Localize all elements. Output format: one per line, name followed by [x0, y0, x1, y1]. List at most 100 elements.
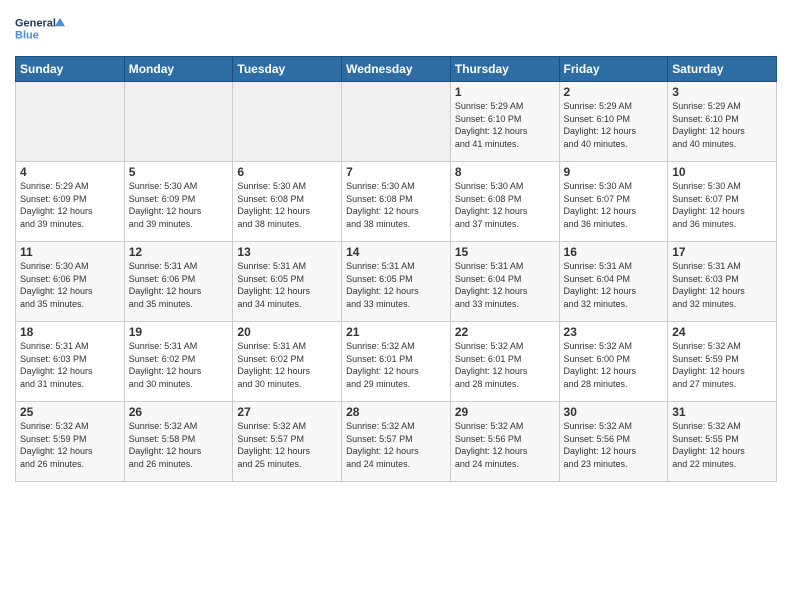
day-info: Sunrise: 5:32 AMSunset: 5:56 PMDaylight:… — [564, 420, 664, 470]
day-number: 24 — [672, 325, 772, 339]
day-number: 2 — [564, 85, 664, 99]
calendar-cell: 22Sunrise: 5:32 AMSunset: 6:01 PMDayligh… — [450, 322, 559, 402]
svg-text:Blue: Blue — [15, 29, 39, 41]
calendar-cell: 18Sunrise: 5:31 AMSunset: 6:03 PMDayligh… — [16, 322, 125, 402]
calendar-header: SundayMondayTuesdayWednesdayThursdayFrid… — [16, 57, 777, 82]
day-number: 17 — [672, 245, 772, 259]
day-number: 18 — [20, 325, 120, 339]
calendar-cell: 15Sunrise: 5:31 AMSunset: 6:04 PMDayligh… — [450, 242, 559, 322]
day-info: Sunrise: 5:29 AMSunset: 6:09 PMDaylight:… — [20, 180, 120, 230]
calendar-cell: 20Sunrise: 5:31 AMSunset: 6:02 PMDayligh… — [233, 322, 342, 402]
day-number: 7 — [346, 165, 446, 179]
day-number: 12 — [129, 245, 229, 259]
calendar-cell: 21Sunrise: 5:32 AMSunset: 6:01 PMDayligh… — [342, 322, 451, 402]
calendar-cell: 6Sunrise: 5:30 AMSunset: 6:08 PMDaylight… — [233, 162, 342, 242]
header-thursday: Thursday — [450, 57, 559, 82]
day-number: 23 — [564, 325, 664, 339]
calendar-cell — [342, 82, 451, 162]
calendar-cell — [124, 82, 233, 162]
calendar-cell: 23Sunrise: 5:32 AMSunset: 6:00 PMDayligh… — [559, 322, 668, 402]
calendar-cell: 24Sunrise: 5:32 AMSunset: 5:59 PMDayligh… — [668, 322, 777, 402]
calendar-cell: 9Sunrise: 5:30 AMSunset: 6:07 PMDaylight… — [559, 162, 668, 242]
logo: General Blue — [15, 10, 65, 48]
day-info: Sunrise: 5:32 AMSunset: 6:00 PMDaylight:… — [564, 340, 664, 390]
day-info: Sunrise: 5:31 AMSunset: 6:02 PMDaylight:… — [237, 340, 337, 390]
days-header-row: SundayMondayTuesdayWednesdayThursdayFrid… — [16, 57, 777, 82]
calendar-cell: 4Sunrise: 5:29 AMSunset: 6:09 PMDaylight… — [16, 162, 125, 242]
week-row-1: 1Sunrise: 5:29 AMSunset: 6:10 PMDaylight… — [16, 82, 777, 162]
calendar-cell: 14Sunrise: 5:31 AMSunset: 6:05 PMDayligh… — [342, 242, 451, 322]
header-wednesday: Wednesday — [342, 57, 451, 82]
week-row-5: 25Sunrise: 5:32 AMSunset: 5:59 PMDayligh… — [16, 402, 777, 482]
day-number: 10 — [672, 165, 772, 179]
day-info: Sunrise: 5:30 AMSunset: 6:08 PMDaylight:… — [455, 180, 555, 230]
calendar: SundayMondayTuesdayWednesdayThursdayFrid… — [15, 56, 777, 482]
day-info: Sunrise: 5:32 AMSunset: 5:55 PMDaylight:… — [672, 420, 772, 470]
day-info: Sunrise: 5:32 AMSunset: 5:57 PMDaylight:… — [346, 420, 446, 470]
day-number: 6 — [237, 165, 337, 179]
day-number: 27 — [237, 405, 337, 419]
week-row-2: 4Sunrise: 5:29 AMSunset: 6:09 PMDaylight… — [16, 162, 777, 242]
logo-svg: General Blue — [15, 10, 65, 48]
day-number: 22 — [455, 325, 555, 339]
day-number: 14 — [346, 245, 446, 259]
calendar-cell: 3Sunrise: 5:29 AMSunset: 6:10 PMDaylight… — [668, 82, 777, 162]
calendar-cell: 31Sunrise: 5:32 AMSunset: 5:55 PMDayligh… — [668, 402, 777, 482]
calendar-cell: 8Sunrise: 5:30 AMSunset: 6:08 PMDaylight… — [450, 162, 559, 242]
day-number: 30 — [564, 405, 664, 419]
day-number: 5 — [129, 165, 229, 179]
calendar-cell: 26Sunrise: 5:32 AMSunset: 5:58 PMDayligh… — [124, 402, 233, 482]
day-number: 20 — [237, 325, 337, 339]
calendar-cell: 10Sunrise: 5:30 AMSunset: 6:07 PMDayligh… — [668, 162, 777, 242]
day-info: Sunrise: 5:30 AMSunset: 6:06 PMDaylight:… — [20, 260, 120, 310]
day-info: Sunrise: 5:32 AMSunset: 5:56 PMDaylight:… — [455, 420, 555, 470]
day-info: Sunrise: 5:29 AMSunset: 6:10 PMDaylight:… — [455, 100, 555, 150]
calendar-cell: 30Sunrise: 5:32 AMSunset: 5:56 PMDayligh… — [559, 402, 668, 482]
calendar-cell: 27Sunrise: 5:32 AMSunset: 5:57 PMDayligh… — [233, 402, 342, 482]
day-number: 15 — [455, 245, 555, 259]
day-number: 9 — [564, 165, 664, 179]
day-info: Sunrise: 5:31 AMSunset: 6:06 PMDaylight:… — [129, 260, 229, 310]
day-number: 25 — [20, 405, 120, 419]
day-number: 8 — [455, 165, 555, 179]
day-number: 21 — [346, 325, 446, 339]
day-number: 4 — [20, 165, 120, 179]
day-number: 11 — [20, 245, 120, 259]
day-info: Sunrise: 5:31 AMSunset: 6:04 PMDaylight:… — [455, 260, 555, 310]
day-number: 31 — [672, 405, 772, 419]
day-info: Sunrise: 5:30 AMSunset: 6:08 PMDaylight:… — [237, 180, 337, 230]
day-number: 28 — [346, 405, 446, 419]
day-number: 13 — [237, 245, 337, 259]
header-friday: Friday — [559, 57, 668, 82]
day-info: Sunrise: 5:31 AMSunset: 6:03 PMDaylight:… — [672, 260, 772, 310]
header-sunday: Sunday — [16, 57, 125, 82]
calendar-cell: 1Sunrise: 5:29 AMSunset: 6:10 PMDaylight… — [450, 82, 559, 162]
day-info: Sunrise: 5:30 AMSunset: 6:08 PMDaylight:… — [346, 180, 446, 230]
calendar-cell: 2Sunrise: 5:29 AMSunset: 6:10 PMDaylight… — [559, 82, 668, 162]
day-info: Sunrise: 5:32 AMSunset: 5:59 PMDaylight:… — [20, 420, 120, 470]
week-row-4: 18Sunrise: 5:31 AMSunset: 6:03 PMDayligh… — [16, 322, 777, 402]
day-info: Sunrise: 5:32 AMSunset: 6:01 PMDaylight:… — [346, 340, 446, 390]
day-info: Sunrise: 5:32 AMSunset: 5:57 PMDaylight:… — [237, 420, 337, 470]
calendar-cell: 12Sunrise: 5:31 AMSunset: 6:06 PMDayligh… — [124, 242, 233, 322]
calendar-cell: 16Sunrise: 5:31 AMSunset: 6:04 PMDayligh… — [559, 242, 668, 322]
header: General Blue — [15, 10, 777, 48]
day-info: Sunrise: 5:30 AMSunset: 6:07 PMDaylight:… — [672, 180, 772, 230]
calendar-cell: 13Sunrise: 5:31 AMSunset: 6:05 PMDayligh… — [233, 242, 342, 322]
day-info: Sunrise: 5:31 AMSunset: 6:05 PMDaylight:… — [346, 260, 446, 310]
calendar-body: 1Sunrise: 5:29 AMSunset: 6:10 PMDaylight… — [16, 82, 777, 482]
calendar-cell: 5Sunrise: 5:30 AMSunset: 6:09 PMDaylight… — [124, 162, 233, 242]
day-info: Sunrise: 5:31 AMSunset: 6:04 PMDaylight:… — [564, 260, 664, 310]
day-info: Sunrise: 5:31 AMSunset: 6:02 PMDaylight:… — [129, 340, 229, 390]
day-info: Sunrise: 5:32 AMSunset: 5:59 PMDaylight:… — [672, 340, 772, 390]
day-info: Sunrise: 5:29 AMSunset: 6:10 PMDaylight:… — [672, 100, 772, 150]
day-info: Sunrise: 5:30 AMSunset: 6:09 PMDaylight:… — [129, 180, 229, 230]
day-info: Sunrise: 5:31 AMSunset: 6:03 PMDaylight:… — [20, 340, 120, 390]
week-row-3: 11Sunrise: 5:30 AMSunset: 6:06 PMDayligh… — [16, 242, 777, 322]
day-number: 16 — [564, 245, 664, 259]
day-number: 29 — [455, 405, 555, 419]
calendar-cell: 17Sunrise: 5:31 AMSunset: 6:03 PMDayligh… — [668, 242, 777, 322]
day-info: Sunrise: 5:32 AMSunset: 6:01 PMDaylight:… — [455, 340, 555, 390]
day-info: Sunrise: 5:31 AMSunset: 6:05 PMDaylight:… — [237, 260, 337, 310]
day-info: Sunrise: 5:30 AMSunset: 6:07 PMDaylight:… — [564, 180, 664, 230]
